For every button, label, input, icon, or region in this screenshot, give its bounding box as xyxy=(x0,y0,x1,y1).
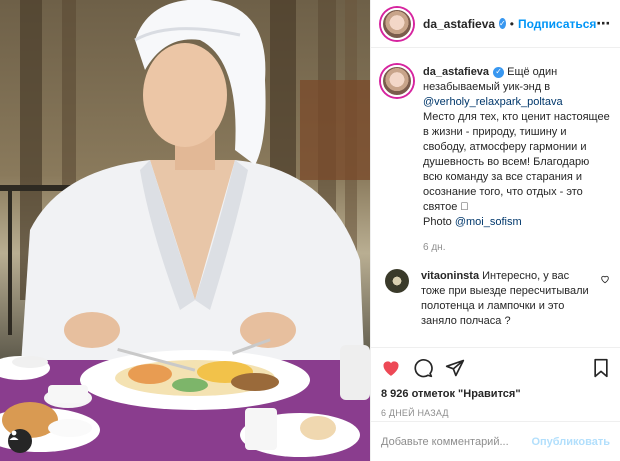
separator-dot: • xyxy=(509,16,514,31)
action-bar xyxy=(381,354,610,382)
comments-list[interactable]: da_astafieva ✓ Ещё один незабываемый уик-… xyxy=(371,49,620,347)
verified-check-icon: ✓ xyxy=(493,66,505,78)
author-avatar[interactable] xyxy=(381,7,413,40)
bookmark-icon[interactable] xyxy=(592,358,610,378)
photographer-mention-link[interactable]: @moi_sofism xyxy=(455,216,522,228)
verified-check-icon: ✓ xyxy=(499,18,506,29)
commenter-username[interactable]: vitaoninsta xyxy=(421,270,479,282)
add-comment-bar: Опубликовать xyxy=(371,421,620,461)
caption-photo-label: Photo xyxy=(423,216,452,228)
comment-text-block: vitaoninsta Интересно, у вас тоже при вы… xyxy=(421,269,594,329)
post-timestamp[interactable]: 6 ДНЕЙ НАЗАД xyxy=(381,408,610,418)
post-caption: da_astafieva ✓ Ещё один незабываемый уик-… xyxy=(381,65,610,255)
commenter-avatar[interactable] xyxy=(385,269,409,293)
post-photo-illustration xyxy=(0,0,370,461)
user-tag-icon[interactable] xyxy=(8,429,32,453)
comment-icon[interactable] xyxy=(413,358,433,378)
post-actions-area: 8 926 отметок "Нравится" 6 ДНЕЙ НАЗАД xyxy=(371,347,620,418)
caption-time[interactable]: 6 дн. xyxy=(423,240,610,255)
caption-mention-link[interactable]: @verholy_relaxpark_poltava xyxy=(423,96,563,108)
heart-filled-icon[interactable] xyxy=(381,358,401,378)
likes-count[interactable]: 8 926 отметок "Нравится" xyxy=(381,388,610,400)
share-icon[interactable] xyxy=(445,358,465,378)
follow-button[interactable]: Подписаться xyxy=(518,17,596,31)
caption-text-block: da_astafieva ✓ Ещё один незабываемый уик-… xyxy=(423,65,610,255)
comment-item: vitaoninsta Интересно, у вас тоже при вы… xyxy=(381,269,610,329)
more-options-icon[interactable]: ⋯ xyxy=(596,15,610,32)
author-username[interactable]: da_astafieva xyxy=(423,17,495,31)
caption-text-rest: Место для тех, кто ценит настоящее в жиз… xyxy=(423,111,610,213)
post-header: da_astafieva ✓ • Подписаться ⋯ xyxy=(371,0,620,48)
comment-like-icon[interactable] xyxy=(600,271,610,329)
comment-input[interactable] xyxy=(381,435,532,448)
post-side-panel: da_astafieva ✓ • Подписаться ⋯ da_astafi… xyxy=(370,0,620,461)
caption-username[interactable]: da_astafieva xyxy=(423,66,489,78)
post-photo[interactable] xyxy=(0,0,370,461)
publish-button[interactable]: Опубликовать xyxy=(531,436,610,448)
caption-avatar[interactable] xyxy=(381,65,413,97)
